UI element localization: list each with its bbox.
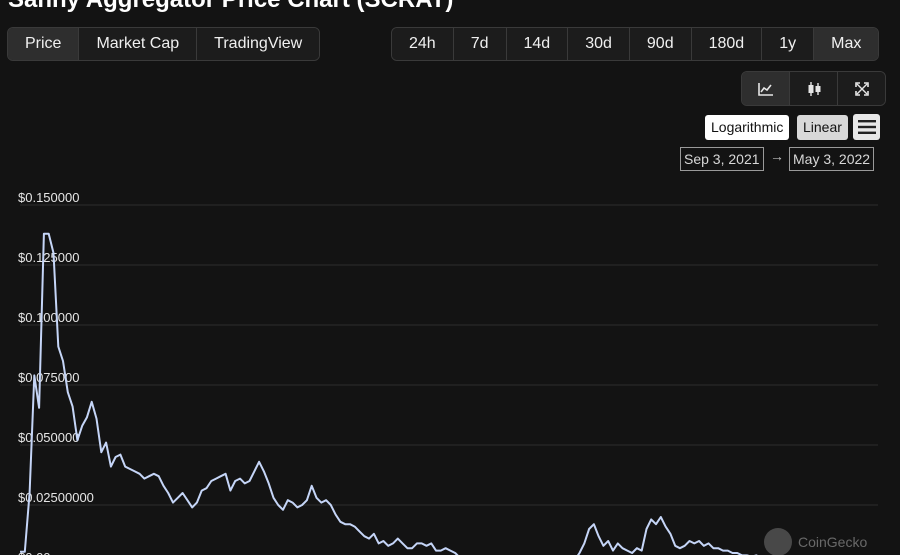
chart-type-tabs: Price Market Cap TradingView: [7, 27, 321, 61]
date-range-arrow-icon: →: [770, 148, 784, 164]
y-tick-label: $0.125000: [18, 250, 79, 265]
chart-page: Sanny Aggregator Price Chart (SCRAT) Pri…: [0, 0, 900, 555]
coingecko-logo-icon: [764, 528, 792, 555]
range-24h-button[interactable]: 24h: [392, 28, 454, 60]
chart-menu-button[interactable]: [853, 114, 880, 140]
fullscreen-button[interactable]: [838, 72, 885, 105]
range-180d-button[interactable]: 180d: [691, 28, 763, 60]
date-to-input[interactable]: May 3, 2022: [789, 147, 875, 171]
date-from-input[interactable]: Sep 3, 2021: [680, 147, 764, 171]
range-90d-button[interactable]: 90d: [629, 28, 692, 60]
line-view-button[interactable]: [742, 72, 790, 105]
y-tick-label: $0.075000: [18, 370, 79, 385]
coingecko-watermark: CoinGecko: [764, 528, 867, 555]
page-title: Sanny Aggregator Price Chart (SCRAT): [8, 0, 453, 14]
range-30d-button[interactable]: 30d: [568, 28, 630, 60]
range-7d-button[interactable]: 7d: [453, 28, 507, 60]
y-tick-label: $0.150000: [18, 190, 79, 205]
y-tick-label: $0.02500000: [18, 490, 94, 505]
tab-market-cap[interactable]: Market Cap: [79, 28, 198, 60]
y-tick-label: $0.00: [18, 550, 51, 555]
linear-scale-button[interactable]: Linear: [797, 115, 848, 140]
line-chart-icon: [757, 82, 773, 96]
tab-tradingview[interactable]: TradingView: [197, 28, 320, 60]
range-max-button[interactable]: Max: [814, 28, 879, 60]
candlestick-icon: [808, 81, 820, 96]
view-toggle-group: [741, 71, 886, 106]
hamburger-menu-icon: [857, 120, 876, 134]
tab-price[interactable]: Price: [8, 28, 80, 60]
y-tick-label: $0.100000: [18, 310, 79, 325]
logarithmic-scale-button[interactable]: Logarithmic: [705, 115, 790, 140]
fullscreen-icon: [854, 81, 869, 96]
price-series-line: [20, 232, 758, 555]
watermark-text: CoinGecko: [798, 534, 868, 550]
range-1y-button[interactable]: 1y: [762, 28, 815, 60]
range-14d-button[interactable]: 14d: [506, 28, 569, 60]
y-tick-label: $0.050000: [18, 430, 79, 445]
range-tabs: 24h 7d 14d 30d 90d 180d 1y Max: [391, 27, 880, 61]
candlestick-view-button[interactable]: [790, 72, 838, 105]
